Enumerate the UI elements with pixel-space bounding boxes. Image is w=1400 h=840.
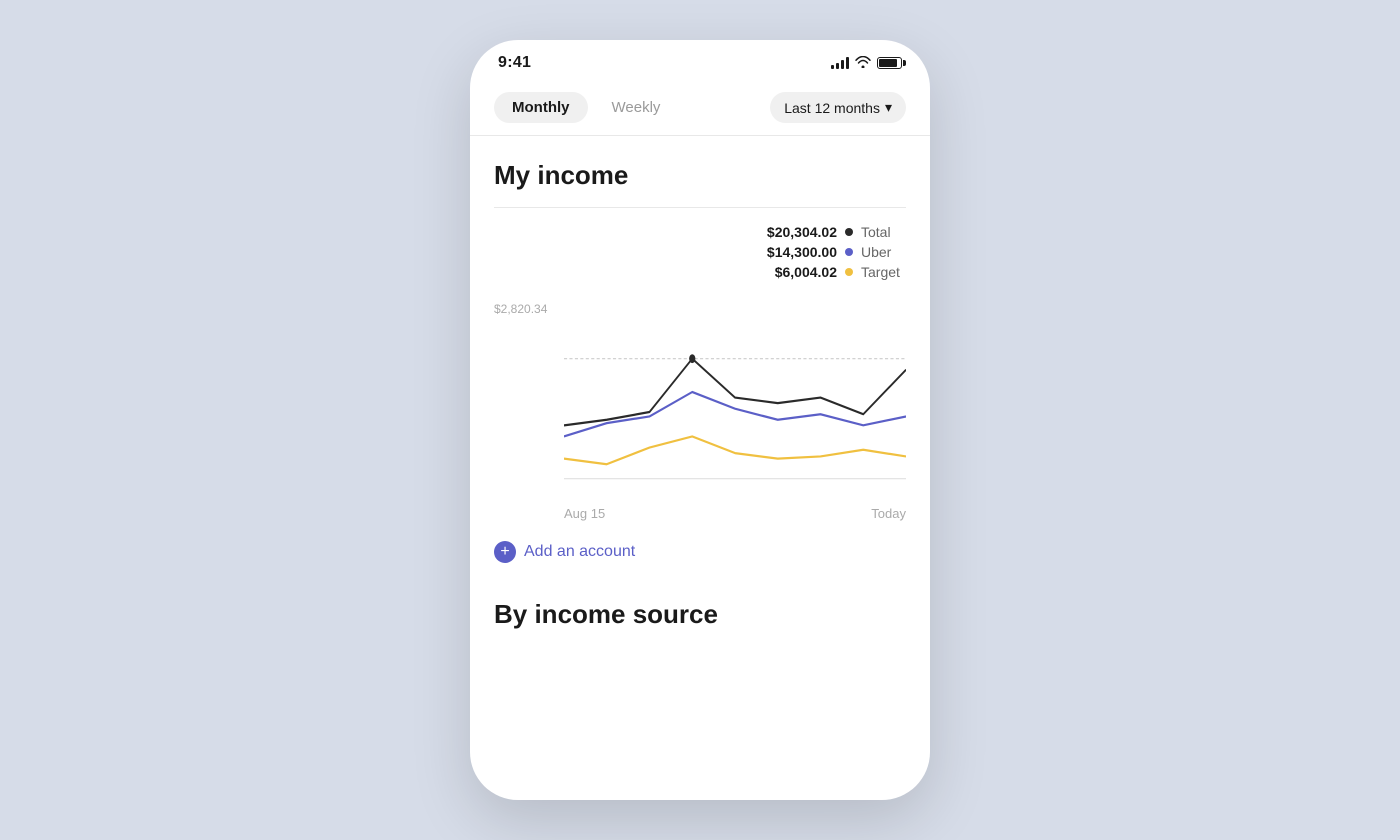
income-section: My income $20,304.02 Total $14,300.00 Ub…	[470, 136, 930, 521]
legend-uber: $14,300.00 Uber	[747, 244, 906, 260]
view-toggle: Monthly Weekly	[494, 92, 678, 123]
x-axis-end: Today	[871, 506, 906, 521]
add-account-row[interactable]: + Add an account	[470, 521, 930, 583]
tab-bar: Monthly Weekly Last 12 months ▾	[470, 80, 930, 136]
status-icons	[831, 56, 902, 71]
section-divider	[494, 207, 906, 208]
by-income-title: By income source	[494, 599, 906, 630]
add-account-icon: +	[494, 541, 516, 563]
status-time: 9:41	[498, 54, 531, 72]
battery-icon	[877, 57, 902, 69]
period-selector[interactable]: Last 12 months ▾	[770, 92, 906, 123]
target-label: Target	[861, 264, 906, 280]
target-dot	[845, 268, 853, 276]
total-value: $20,304.02	[747, 224, 837, 240]
content-scroll[interactable]: Monthly Weekly Last 12 months ▾ My incom…	[470, 80, 930, 800]
income-chart: $2,820.34	[494, 292, 906, 492]
uber-value: $14,300.00	[747, 244, 837, 260]
uber-label: Uber	[861, 244, 906, 260]
legend-target: $6,004.02 Target	[747, 264, 906, 280]
status-bar: 9:41	[470, 40, 930, 80]
chart-svg	[564, 292, 906, 492]
chart-legend: $20,304.02 Total $14,300.00 Uber $6,004.…	[494, 224, 906, 284]
wifi-icon	[855, 56, 871, 71]
weekly-tab[interactable]: Weekly	[594, 92, 679, 123]
signal-icon	[831, 57, 849, 69]
by-income-section: By income source	[470, 583, 930, 654]
x-axis-start: Aug 15	[564, 506, 605, 521]
x-axis-labels: Aug 15 Today	[494, 500, 906, 521]
period-label: Last 12 months	[784, 100, 880, 116]
add-account-label: Add an account	[524, 543, 635, 561]
phone-frame: 9:41 Monthly	[470, 40, 930, 800]
target-value: $6,004.02	[747, 264, 837, 280]
uber-dot	[845, 248, 853, 256]
y-axis-label: $2,820.34	[494, 302, 547, 316]
total-label: Total	[861, 224, 906, 240]
chevron-down-icon: ▾	[885, 99, 892, 116]
legend-total: $20,304.02 Total	[747, 224, 906, 240]
income-title: My income	[494, 160, 906, 191]
total-dot	[845, 228, 853, 236]
monthly-tab[interactable]: Monthly	[494, 92, 588, 123]
